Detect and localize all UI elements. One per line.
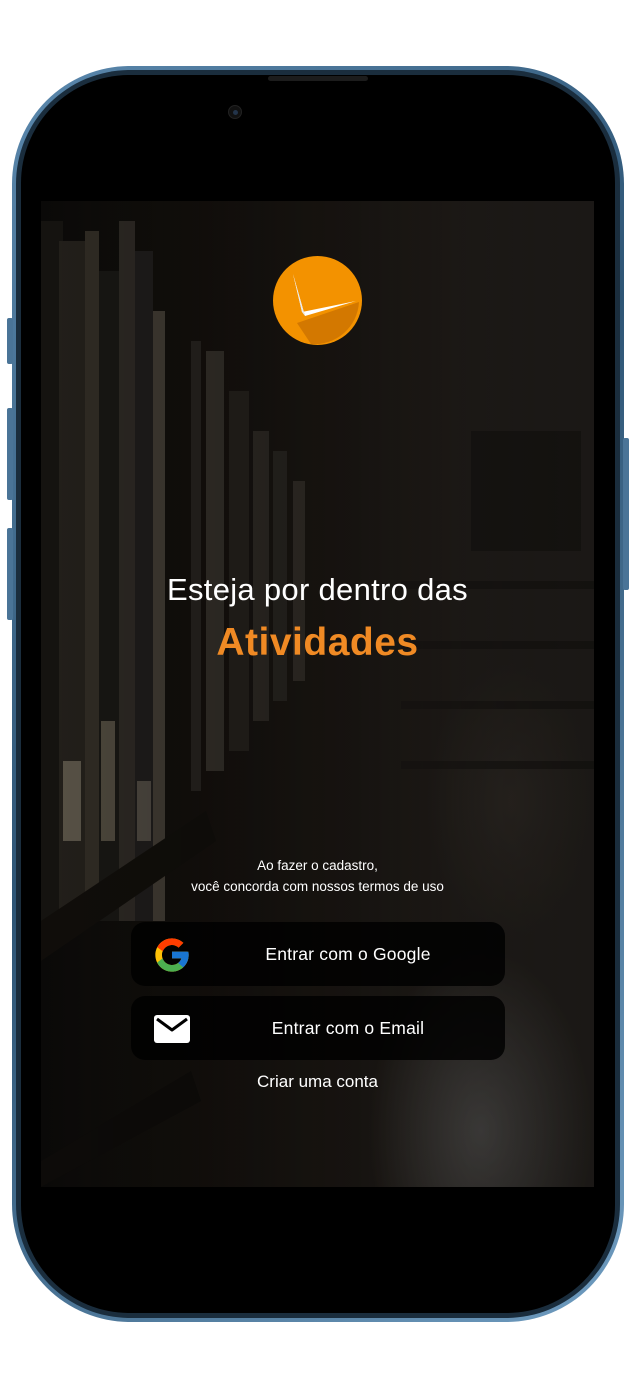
check-logo-icon [273, 256, 362, 345]
google-signin-label: Entrar com o Google [265, 944, 431, 964]
mail-icon [154, 1015, 190, 1043]
email-signin-button[interactable]: Entrar com o Email [131, 996, 505, 1060]
terms-line-2: você concorda com nossos termos de uso [191, 879, 444, 894]
google-icon [155, 938, 189, 972]
create-account-link[interactable]: Criar uma conta [41, 1072, 594, 1092]
page-headline: Esteja por dentro das [167, 572, 468, 607]
terms-line-1: Ao fazer o cadastro, [257, 858, 378, 873]
terms-notice: Ao fazer o cadastro, você concorda com n… [41, 855, 594, 897]
email-signin-label: Entrar com o Email [271, 1018, 425, 1038]
google-signin-button[interactable]: Entrar com o Google [131, 922, 505, 986]
volume-down-button [7, 528, 13, 620]
page-headline-accent: Atividades [216, 621, 419, 664]
earpiece-speaker [268, 76, 368, 81]
front-camera [228, 105, 242, 119]
app-screen: Esteja por dentro das Atividades Ao faze… [41, 201, 594, 1187]
power-button [623, 438, 629, 590]
volume-up-button [7, 408, 13, 500]
silent-switch [7, 318, 13, 364]
